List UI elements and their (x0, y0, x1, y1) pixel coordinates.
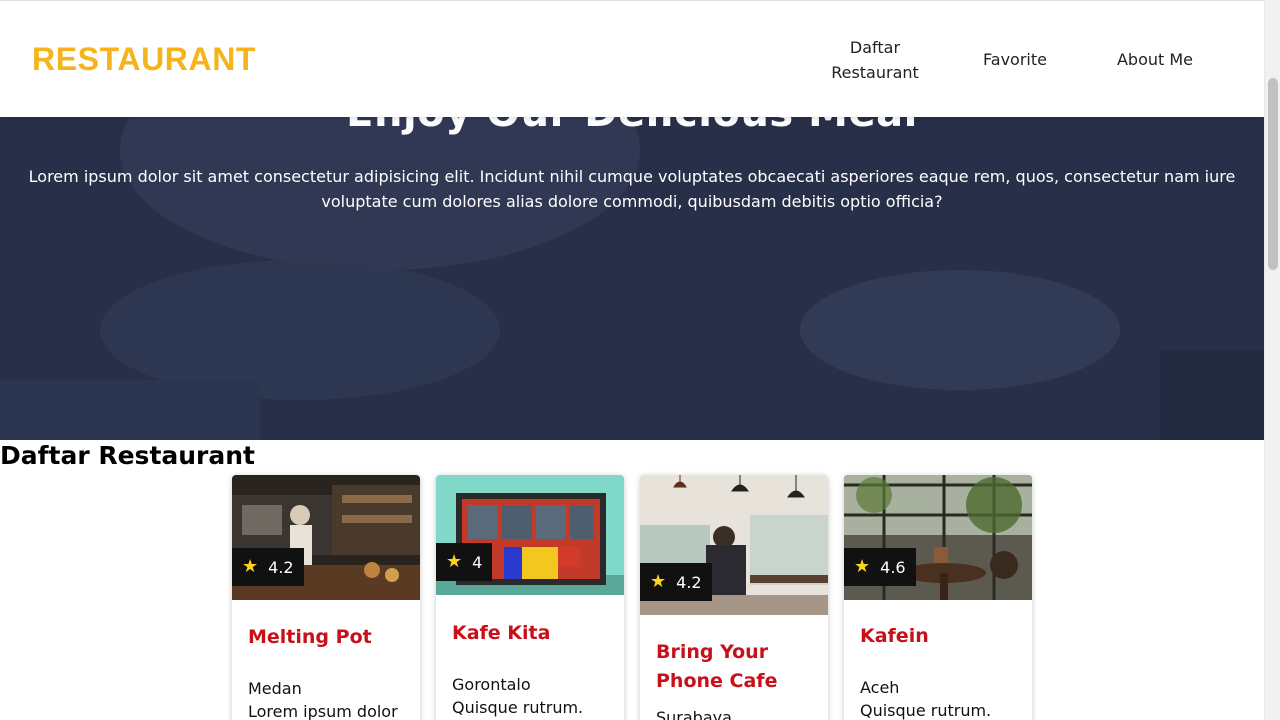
scrollbar-thumb[interactable] (1268, 78, 1278, 270)
nav-label-line2: Restaurant (831, 62, 919, 82)
restaurant-card[interactable]: ★ 4.6 Kafein Aceh Quisque rutrum. (844, 475, 1032, 720)
section-title: Daftar Restaurant (0, 441, 256, 470)
rating-badge: ★ 4.2 (640, 563, 712, 601)
rating-badge: ★ 4.2 (232, 548, 304, 586)
restaurant-description: Quisque rutrum. (860, 701, 992, 720)
rating-badge: ★ 4.6 (844, 548, 916, 586)
restaurant-name[interactable]: Kafe Kita (452, 619, 612, 648)
hero-description: Lorem ipsum dolor sit amet consectetur a… (28, 167, 1236, 211)
rating-badge: ★ 4 (436, 543, 493, 581)
nav-about-me[interactable]: About Me (1085, 47, 1225, 72)
rating-value: 4 (472, 552, 483, 572)
restaurant-name[interactable]: Kafein (860, 622, 1020, 651)
nav-daftar-restaurant[interactable]: Daftar Restaurant (805, 35, 945, 85)
main-nav: Daftar Restaurant Favorite About Me (805, 1, 1225, 118)
star-icon: ★ (242, 556, 259, 577)
restaurant-city: Medan (248, 679, 302, 698)
star-icon: ★ (854, 556, 871, 577)
rating-value: 4.2 (676, 572, 702, 592)
restaurant-card[interactable]: ★ 4 Kafe Kita Gorontalo Quisque rutrum. (436, 475, 624, 720)
restaurant-card[interactable]: ★ 4.2 Bring Your Phone Cafe Surabaya (640, 475, 828, 720)
restaurant-city: Surabaya (656, 708, 732, 720)
restaurant-description: Lorem ipsum dolor (248, 702, 398, 720)
restaurant-city: Aceh (860, 678, 900, 697)
restaurant-description: Quisque rutrum. (452, 698, 584, 717)
nav-label-line1: Daftar (849, 37, 901, 57)
star-icon: ★ (650, 571, 667, 592)
restaurant-city: Gorontalo (452, 675, 531, 694)
restaurant-name[interactable]: Bring Your Phone Cafe (656, 638, 816, 696)
restaurant-name[interactable]: Melting Pot (248, 623, 408, 652)
star-icon: ★ (446, 551, 463, 572)
app-header: RESTAURANT Daftar Restaurant Favorite Ab… (0, 0, 1264, 117)
rating-value: 4.2 (268, 557, 294, 577)
page-scrollbar[interactable] (1264, 0, 1280, 720)
nav-favorite[interactable]: Favorite (945, 47, 1085, 72)
rating-value: 4.6 (880, 557, 906, 577)
brand-logo[interactable]: RESTAURANT (32, 41, 256, 78)
restaurant-card[interactable]: ★ 4.2 Melting Pot Medan Lorem ipsum dolo… (232, 475, 420, 720)
page: Enjoy Our Delicious Meal Lorem ipsum dol… (0, 0, 1264, 720)
